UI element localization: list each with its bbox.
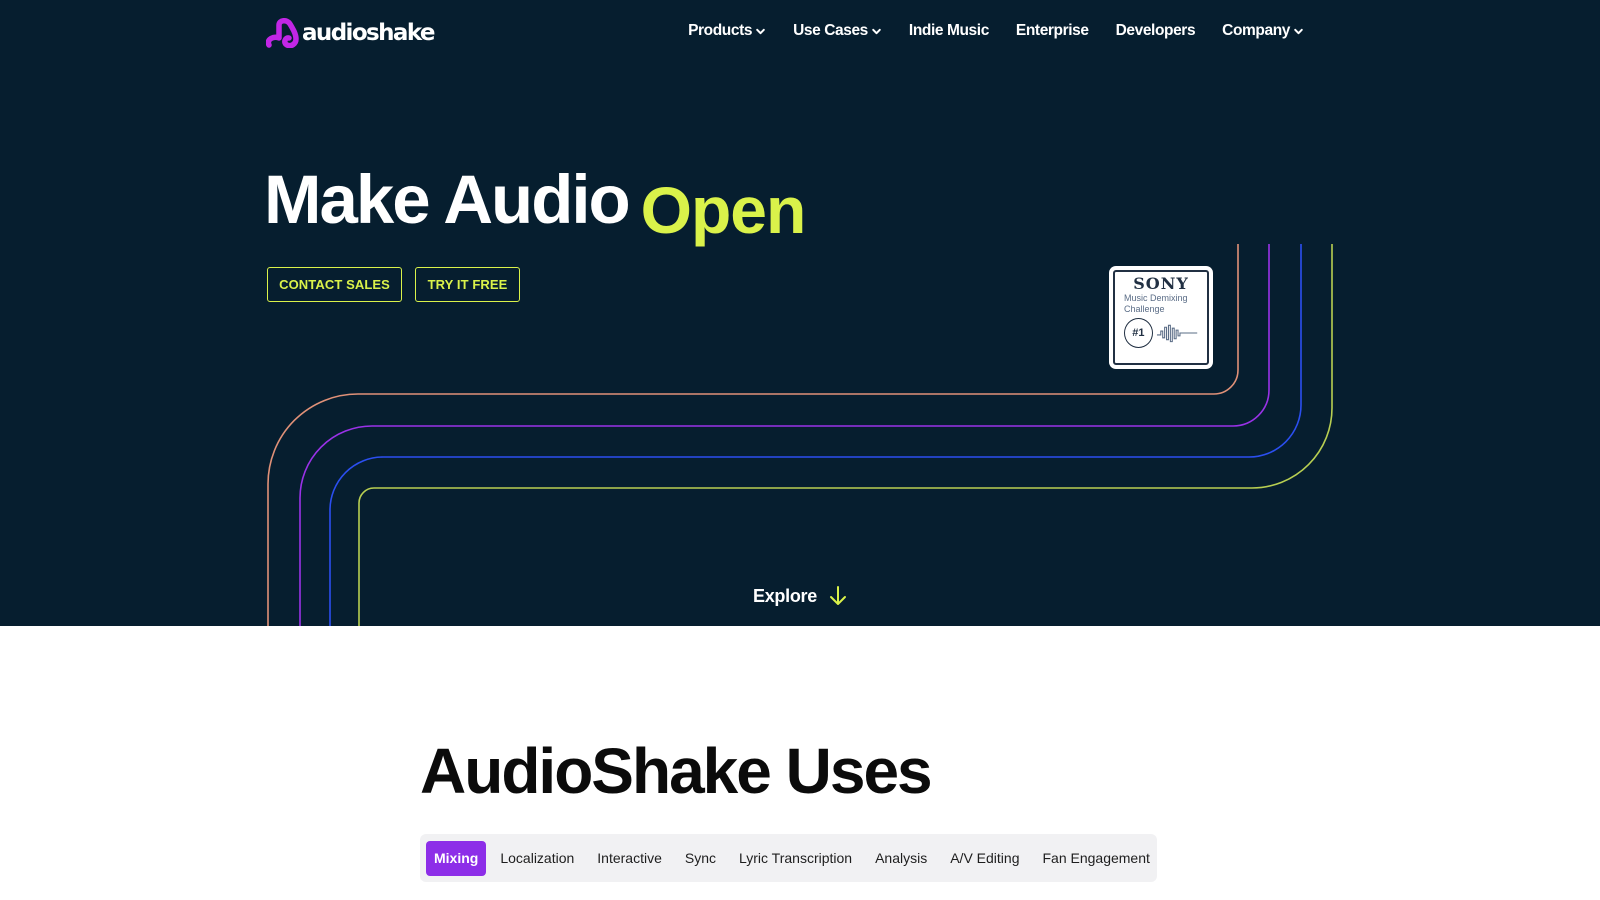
nav-item-enterprise[interactable]: Enterprise [1016,22,1089,40]
uses-tab-bar: Mixing Localization Interactive Sync Lyr… [420,834,1157,882]
hero-headline: Make Audio Open [264,160,806,247]
curve-line-orange [267,244,1239,626]
nav-item-indie-music[interactable]: Indie Music [909,22,989,40]
badge-line-2: Challenge [1124,304,1165,314]
chevron-down-icon [872,28,881,34]
nav-item-label: Use Cases [793,22,868,39]
tab-lyric-transcription[interactable]: Lyric Transcription [730,841,861,876]
explore-label: Explore [753,585,817,606]
nav-item-label: Products [688,22,753,39]
decorative-curved-lines [267,244,1333,626]
try-it-free-button[interactable]: TRY IT FREE [415,267,520,302]
logo-text: audioshake [302,20,436,46]
nav-links: Products Use Cases Indie Music Enterpris… [688,22,1304,40]
nav-item-label: Company [1222,22,1290,39]
audioshake-logo-icon [266,18,299,48]
tab-av-editing[interactable]: A/V Editing [941,841,1028,876]
chevron-down-icon [1294,28,1303,34]
tab-sync[interactable]: Sync [676,841,725,876]
uses-section-title: AudioShake Uses [420,735,933,807]
tab-localization[interactable]: Localization [491,841,583,876]
tab-mixing[interactable]: Mixing [426,840,487,876]
nav-item-developers[interactable]: Developers [1116,22,1196,40]
headline-accent: Open [640,173,807,247]
tab-fan-engagement[interactable]: Fan Engagement [1033,841,1158,876]
arrow-down-icon [829,586,846,605]
waveform-icon [1156,324,1198,343]
badge-bottom-row: #1 [1124,318,1198,348]
badge-frame: SONY Music Demixing Challenge #1 [1113,270,1209,365]
top-navigation: audioshake Products Use Cases Indie Musi… [0,0,1600,66]
explore-link[interactable]: Explore [753,585,847,607]
sony-challenge-badge: SONY Music Demixing Challenge #1 [1109,266,1213,369]
badge-line-1: Music Demixing [1124,293,1188,303]
badge-brand: SONY [1133,274,1189,293]
hero-section: audioshake Products Use Cases Indie Musi… [0,0,1600,626]
nav-item-products[interactable]: Products [688,22,766,40]
nav-item-label: Enterprise [1015,22,1089,39]
nav-item-company[interactable]: Company [1222,22,1304,40]
contact-sales-button[interactable]: CONTACT SALES [267,267,402,302]
nav-item-label: Indie Music [908,22,989,39]
nav-item-label: Developers [1115,22,1196,39]
badge-rank: #1 [1124,318,1153,348]
tab-interactive[interactable]: Interactive [588,841,671,876]
tab-analysis[interactable]: Analysis [866,841,936,876]
logo[interactable]: audioshake [266,18,436,48]
headline-main: Make Audio [264,161,631,238]
chevron-down-icon [756,28,765,34]
nav-item-use-cases[interactable]: Use Cases [793,22,882,40]
